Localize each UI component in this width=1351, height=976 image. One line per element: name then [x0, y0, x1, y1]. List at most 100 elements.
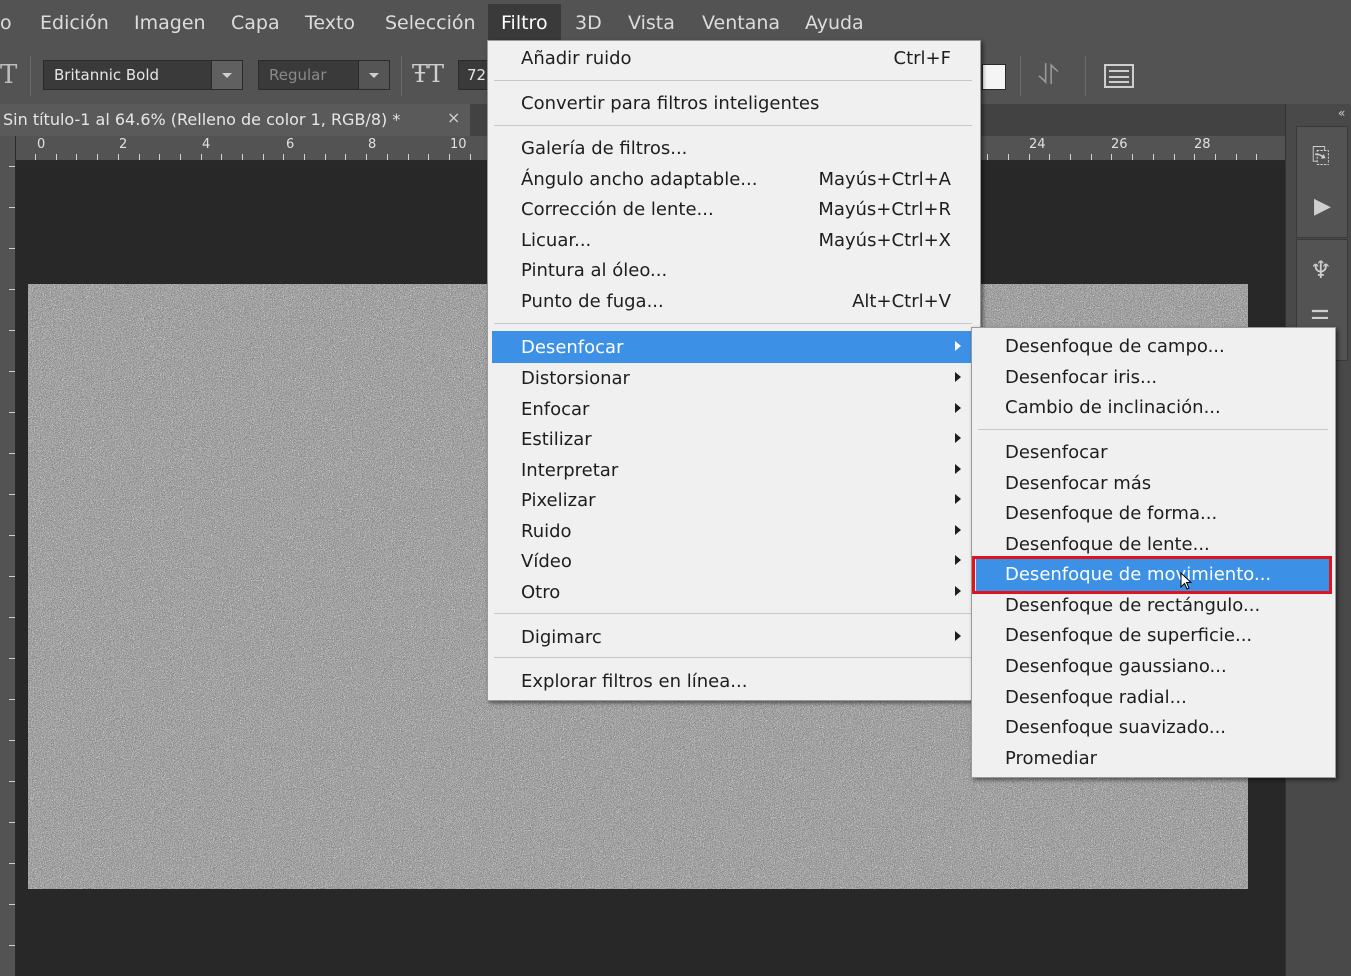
submenu-item-desenfoque-forma[interactable]: Desenfoque de forma...	[1005, 503, 1217, 524]
menu-texto[interactable]: Texto	[305, 12, 355, 34]
ruler-tick	[1049, 154, 1050, 160]
toolbar-separator	[401, 56, 402, 96]
toolbar-separator	[1085, 56, 1086, 96]
submenu-item-desenfoque-lente[interactable]: Desenfoque de lente...	[1005, 534, 1210, 555]
submenu-item-desenfocar-iris[interactable]: Desenfocar iris...	[1005, 367, 1157, 388]
sliders-icon[interactable]: ⚌	[1310, 300, 1330, 325]
ruler-tick	[159, 154, 160, 160]
ruler-tick	[470, 154, 471, 160]
submenu-arrow-icon	[955, 403, 961, 413]
menu-seleccion[interactable]: Selección	[385, 12, 476, 34]
menu-item-label: Vídeo	[521, 551, 572, 572]
menu-3d[interactable]: 3D	[575, 12, 602, 34]
ruler-tick	[1194, 154, 1195, 160]
menu-item-label: Añadir ruido	[521, 48, 632, 69]
ruler-tick	[9, 207, 15, 208]
font-family-select[interactable]: Britannic Bold	[43, 60, 243, 90]
mouse-cursor-icon	[1180, 572, 1193, 590]
submenu-item-desenfoque-radial[interactable]: Desenfoque radial...	[1005, 687, 1187, 708]
submenu-item-cambio-inclinacion[interactable]: Cambio de inclinación...	[1005, 397, 1221, 418]
text-color-swatch[interactable]	[982, 64, 1006, 90]
menu-item-label: Explorar filtros en línea...	[521, 671, 748, 692]
ruler-tick	[139, 154, 140, 160]
ruler-tick	[9, 617, 15, 618]
ruler-tick	[408, 154, 409, 160]
chevron-down-icon[interactable]	[358, 61, 389, 89]
panel-group	[1296, 126, 1348, 238]
ruler-tick	[1008, 154, 1009, 160]
history-icon[interactable]: ⎘	[1312, 144, 1330, 169]
menu-item-label: Desenfocar	[521, 337, 624, 358]
ruler-tick	[9, 822, 15, 823]
submenu-arrow-icon	[955, 341, 961, 351]
ruler-tick	[449, 154, 450, 160]
ruler-label: 24	[1029, 137, 1046, 152]
menu-item-label: Distorsionar	[521, 368, 630, 389]
menu-ventana[interactable]: Ventana	[702, 12, 780, 34]
menu-item-label: Enfocar	[521, 399, 590, 420]
ruler-tick	[1132, 154, 1133, 160]
menu-vista[interactable]: Vista	[628, 12, 675, 34]
character-panel-icon[interactable]	[1104, 64, 1134, 88]
brush-icon[interactable]: ♆	[1310, 256, 1332, 284]
menu-capa[interactable]: Capa	[231, 12, 280, 34]
annotation-highlight-box	[972, 556, 1332, 594]
submenu-item-promediar[interactable]: Promediar	[1005, 748, 1097, 769]
ruler-label: 2	[119, 137, 128, 152]
warp-text-icon[interactable]: ⥯	[1038, 58, 1059, 92]
menu-item-label: Ruido	[521, 521, 572, 542]
menu-item-label: Galería de filtros...	[521, 138, 688, 159]
menu-item-label: Licuar...	[521, 230, 592, 251]
ruler-label: 4	[202, 137, 211, 152]
submenu-item-desenfoque-rectangulo[interactable]: Desenfoque de rectángulo...	[1005, 595, 1260, 616]
font-size-value: 72	[467, 66, 487, 84]
ruler-tick	[1256, 154, 1257, 160]
ruler-tick	[1029, 154, 1030, 160]
submenu-item-desenfoque-campo[interactable]: Desenfoque de campo...	[1005, 336, 1225, 357]
ruler-tick	[1091, 154, 1092, 160]
menu-item-shortcut: Mayús+Ctrl+X	[818, 230, 951, 251]
submenu-item-desenfocar-mas[interactable]: Desenfocar más	[1005, 473, 1151, 494]
menu-item-label: Otro	[521, 582, 561, 603]
play-icon[interactable]: ▶	[1314, 194, 1331, 219]
menu-ayuda[interactable]: Ayuda	[805, 12, 864, 34]
submenu-item-desenfocar[interactable]: Desenfocar	[1005, 442, 1107, 463]
submenu-item-desenfoque-suavizado[interactable]: Desenfoque suavizado...	[1005, 717, 1226, 738]
ruler-tick	[428, 154, 429, 160]
ruler-tick	[9, 289, 15, 290]
ruler-tick	[9, 412, 15, 413]
font-style-select[interactable]: Regular	[258, 60, 390, 90]
submenu-item-desenfoque-gaussiano[interactable]: Desenfoque gaussiano...	[1005, 656, 1227, 677]
menu-item-label: Convertir para filtros inteligentes	[521, 93, 820, 114]
ruler-tick	[987, 154, 988, 160]
ruler-tick	[201, 154, 202, 160]
menu-separator	[494, 125, 972, 126]
toolbar-separator	[1020, 56, 1021, 96]
chevron-down-icon[interactable]	[211, 61, 242, 89]
submenu-item-desenfoque-superficie[interactable]: Desenfoque de superficie...	[1005, 625, 1252, 646]
menu-item-shortcut: Mayús+Ctrl+A	[818, 169, 951, 190]
ruler-tick	[9, 699, 15, 700]
ruler-tick	[1153, 154, 1154, 160]
ruler-tick	[56, 154, 57, 160]
collapse-panel-icon[interactable]: «	[1338, 106, 1345, 120]
ruler-tick	[9, 781, 15, 782]
menu-item-shortcut: Mayús+Ctrl+R	[818, 199, 951, 220]
ruler-tick	[97, 154, 98, 160]
ruler-vertical	[0, 136, 16, 976]
ruler-tick	[9, 535, 15, 536]
submenu-arrow-icon	[955, 464, 961, 474]
menu-separator	[494, 613, 972, 614]
menu-filtro[interactable]: Filtro	[501, 12, 548, 34]
close-icon[interactable]: ×	[447, 108, 460, 127]
ruler-tick	[263, 154, 264, 160]
menu-edicion[interactable]: Edición	[40, 12, 109, 34]
font-family-value: Britannic Bold	[54, 66, 160, 84]
menu-archivo[interactable]: o	[0, 12, 12, 34]
menu-imagen[interactable]: Imagen	[134, 12, 206, 34]
type-tool-icon[interactable]: T	[0, 60, 17, 90]
ruler-tick	[242, 154, 243, 160]
menu-item-label: Interpretar	[521, 460, 619, 481]
ruler-tick	[9, 740, 15, 741]
ruler-tick	[9, 863, 15, 864]
